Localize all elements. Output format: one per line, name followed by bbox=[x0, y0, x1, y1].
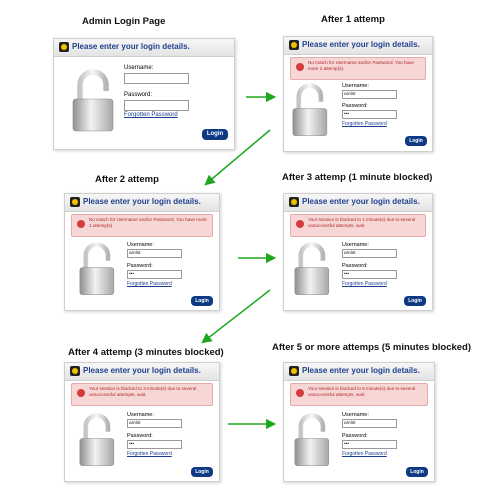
panel-title: Please enter your login details. bbox=[302, 197, 420, 206]
error-text: No match for Username and/or Password. Y… bbox=[89, 217, 207, 228]
login-badge-icon bbox=[289, 366, 299, 376]
login-badge-icon bbox=[70, 197, 80, 207]
error-text: Your session is blocked to 1 minute(s) d… bbox=[308, 217, 416, 228]
login-panel-initial: Please enter your login details. Usernam… bbox=[53, 38, 235, 150]
forgotten-password-link[interactable]: Forgotten Password bbox=[342, 121, 387, 127]
panel-title: Please enter your login details. bbox=[302, 366, 420, 375]
caption-admin-login: Admin Login Page bbox=[82, 16, 166, 27]
login-button[interactable]: Login bbox=[404, 296, 426, 306]
panel-title: Please enter your login details. bbox=[72, 42, 190, 51]
error-message: Your session is blocked to 3 minute(s) d… bbox=[71, 383, 213, 406]
username-label: Username: bbox=[342, 412, 369, 418]
padlock-icon bbox=[294, 413, 330, 467]
warning-icon bbox=[296, 389, 304, 397]
login-badge-icon bbox=[289, 197, 299, 207]
error-text: No match for Username and/or Password. Y… bbox=[308, 60, 414, 71]
password-label: Password: bbox=[342, 263, 368, 269]
username-label: Username: bbox=[127, 242, 154, 248]
login-button[interactable]: Login bbox=[191, 467, 213, 477]
panel-header: Please enter your login details. bbox=[65, 194, 219, 212]
login-button[interactable]: Login bbox=[202, 129, 228, 140]
password-input[interactable]: ••• bbox=[342, 440, 397, 449]
password-label: Password: bbox=[342, 433, 368, 439]
password-input[interactable]: ••• bbox=[127, 440, 182, 449]
login-button[interactable]: Login bbox=[406, 467, 428, 477]
error-message: Your session is blocked to 1 minute(s) d… bbox=[290, 214, 426, 237]
forgotten-password-link[interactable]: Forgotten Password bbox=[342, 451, 387, 457]
forgotten-password-link[interactable]: Forgotten Password bbox=[127, 451, 172, 457]
caption-attempt-2: After 2 attemp bbox=[95, 174, 159, 185]
error-message: No match for Username and/or Password. Y… bbox=[71, 214, 213, 237]
warning-icon bbox=[296, 63, 304, 71]
padlock-icon bbox=[292, 83, 328, 137]
panel-title: Please enter your login details. bbox=[83, 197, 201, 206]
panel-title: Please enter your login details. bbox=[83, 366, 201, 375]
username-input[interactable] bbox=[124, 73, 189, 84]
caption-attempt-5: After 5 or more attemps (5 minutes block… bbox=[272, 342, 472, 353]
error-message: No match for Username and/or Password. Y… bbox=[290, 57, 426, 80]
username-input[interactable]: amlst bbox=[342, 90, 397, 99]
padlock-icon bbox=[72, 69, 114, 133]
caption-attempt-1: After 1 attemp bbox=[321, 14, 385, 25]
username-label: Username: bbox=[124, 65, 154, 71]
password-label: Password: bbox=[127, 433, 153, 439]
password-label: Password: bbox=[124, 92, 153, 98]
padlock-icon bbox=[79, 413, 115, 467]
username-input[interactable]: amlst bbox=[342, 249, 397, 258]
username-label: Username: bbox=[342, 242, 369, 248]
caption-attempt-4: After 4 attemp (3 minutes blocked) bbox=[68, 347, 224, 358]
warning-icon bbox=[296, 220, 304, 228]
password-label: Password: bbox=[127, 263, 153, 269]
username-label: Username: bbox=[342, 83, 369, 89]
login-button[interactable]: Login bbox=[405, 136, 427, 146]
login-badge-icon bbox=[70, 366, 80, 376]
error-text: Your session is blocked to 5 minute(s) d… bbox=[308, 386, 416, 397]
username-input[interactable]: amlst bbox=[342, 419, 397, 428]
login-button[interactable]: Login bbox=[191, 296, 213, 306]
password-input[interactable]: ••• bbox=[342, 110, 397, 119]
password-input[interactable] bbox=[124, 100, 189, 111]
password-input[interactable]: ••• bbox=[127, 270, 182, 279]
error-text: Your session is blocked to 3 minute(s) d… bbox=[89, 386, 197, 397]
login-panel-attempt-2: Please enter your login details. No matc… bbox=[64, 193, 220, 311]
panel-header: Please enter your login details. bbox=[284, 194, 432, 212]
login-panel-attempt-5: Please enter your login details. Your se… bbox=[283, 362, 435, 482]
login-panel-attempt-1: Please enter your login details. No matc… bbox=[283, 36, 433, 152]
caption-attempt-3: After 3 attemp (1 minute blocked) bbox=[282, 172, 433, 183]
login-panel-attempt-4: Please enter your login details. Your se… bbox=[64, 362, 220, 482]
login-badge-icon bbox=[289, 40, 299, 50]
login-panel-attempt-3: Please enter your login details. Your se… bbox=[283, 193, 433, 311]
warning-icon bbox=[77, 220, 85, 228]
error-message: Your session is blocked to 5 minute(s) d… bbox=[290, 383, 428, 406]
panel-header: Please enter your login details. bbox=[65, 363, 219, 381]
username-label: Username: bbox=[127, 412, 154, 418]
password-input[interactable]: ••• bbox=[342, 270, 397, 279]
username-input[interactable]: amlst bbox=[127, 249, 182, 258]
panel-header: Please enter your login details. bbox=[284, 37, 432, 55]
forgotten-password-link[interactable]: Forgotten Password bbox=[124, 112, 178, 118]
login-badge-icon bbox=[59, 42, 69, 52]
forgotten-password-link[interactable]: Forgotten Password bbox=[342, 281, 387, 287]
padlock-icon bbox=[294, 242, 330, 296]
username-input[interactable]: amlst bbox=[127, 419, 182, 428]
panel-header: Please enter your login details. bbox=[284, 363, 434, 381]
password-label: Password: bbox=[342, 103, 368, 109]
panel-title: Please enter your login details. bbox=[302, 40, 420, 49]
warning-icon bbox=[77, 389, 85, 397]
padlock-icon bbox=[79, 242, 115, 296]
forgotten-password-link[interactable]: Forgotten Password bbox=[127, 281, 172, 287]
panel-header: Please enter your login details. bbox=[54, 39, 234, 57]
